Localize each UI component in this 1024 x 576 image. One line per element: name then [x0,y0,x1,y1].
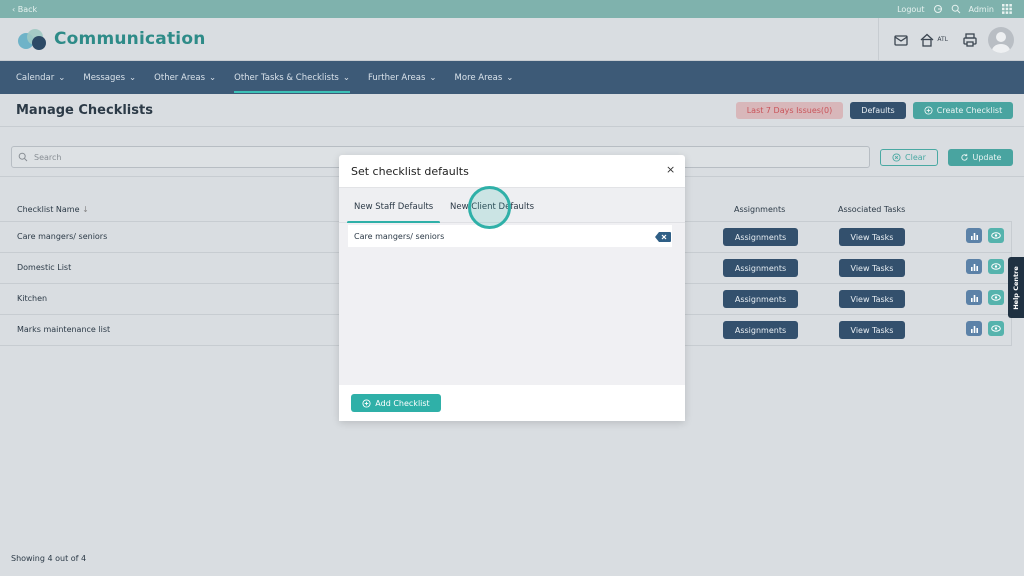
nav-label: Other Areas [154,72,205,83]
tab-new-staff-defaults[interactable]: New Staff Defaults [354,202,433,212]
home-icon[interactable] [919,32,935,48]
user-name[interactable]: Admin [969,5,995,14]
col-associated-tasks: Associated Tasks [838,205,906,214]
close-icon[interactable]: × [666,163,675,176]
nav-further-areas[interactable]: Further Areas ⌄ [368,61,437,94]
page-title-row: Manage Checklists Last 7 Days Issues(0) … [0,94,1024,127]
eye-icon[interactable] [988,259,1004,274]
nav-label: Calendar [16,72,55,83]
pagination-summary: Showing 4 out of 4 [11,554,87,563]
nav-calendar[interactable]: Calendar ⌄ [16,61,65,94]
logo-icon [18,29,46,50]
checklist-name: Marks maintenance list [17,325,111,334]
chevron-down-icon: ⌄ [129,72,137,83]
user-avatar-icon [992,31,1010,53]
chevron-down-icon: ⌄ [506,72,514,83]
nav-label: Further Areas [367,72,426,83]
main-nav: Calendar ⌄ Messages ⌄ Other Areas ⌄ Other T… [0,61,1024,94]
logout-link[interactable]: Logout [897,5,924,14]
app-header: Communication ATL [0,18,1024,61]
nav-other-tasks-checklists[interactable]: Other Tasks & Checklists ⌄ [234,61,350,94]
mail-icon[interactable] [893,32,909,48]
default-checklist-name: Care mangers/ seniors [354,231,445,241]
search-icon[interactable] [951,4,961,14]
sort-arrow-icon: ↓ [82,205,89,214]
clear-button[interactable]: Clear [880,149,938,166]
search-placeholder: Search [34,152,62,162]
page-title: Manage Checklists [16,103,153,118]
eye-icon[interactable] [988,228,1004,243]
view-tasks-button[interactable]: View Tasks [839,321,905,339]
list-item: Care mangers/ seniors [348,225,672,247]
add-checklist-button[interactable]: Add Checklist [351,394,441,412]
chart-icon[interactable] [966,290,982,305]
checklist-name: Domestic List [17,263,72,272]
app-title: Communication [54,29,206,49]
assignments-button[interactable]: Assignments [723,321,798,339]
assignments-button[interactable]: Assignments [723,228,798,246]
chart-icon[interactable] [966,259,982,274]
nav-other-areas[interactable]: Other Areas ⌄ [154,61,216,94]
update-label: Update [972,153,1002,162]
click-indicator [468,186,511,229]
print-icon[interactable] [962,32,978,48]
location-badge: ATL [937,36,948,43]
nav-more-areas[interactable]: More Areas ⌄ [455,61,514,94]
view-tasks-button[interactable]: View Tasks [839,228,905,246]
chevron-down-icon: ⌄ [429,72,437,83]
logout-icon[interactable] [933,4,943,14]
col-assignments: Assignments [734,205,786,214]
avatar[interactable] [988,26,1014,53]
help-centre-tab[interactable]: Help Centre [1008,257,1024,318]
clear-label: Clear [905,153,926,162]
app-logo[interactable]: Communication [16,28,206,50]
nav-label: Messages [83,72,126,83]
top-bar: ‹ Back Logout Admin [0,0,1024,18]
plus-circle-icon [924,106,933,115]
view-tasks-button[interactable]: View Tasks [839,259,905,277]
nav-label: Other Tasks & Checklists [234,72,339,83]
defaults-list: Care mangers/ seniors [339,223,685,385]
header-divider [878,18,880,61]
issues-button[interactable]: Last 7 Days Issues(0) [736,102,843,119]
back-link[interactable]: ‹ Back [12,5,37,14]
chart-icon[interactable] [966,321,982,336]
apps-grid-icon[interactable] [1002,4,1012,14]
add-checklist-label: Add Checklist [375,398,430,408]
nav-label: More Areas [454,72,503,83]
chevron-down-icon: ⌄ [342,72,350,83]
plus-circle-icon [362,398,371,408]
col-checklist-name[interactable]: Checklist Name ↓ [17,205,89,214]
assignments-button[interactable]: Assignments [723,290,798,308]
eye-icon[interactable] [988,321,1004,336]
view-tasks-button[interactable]: View Tasks [839,290,905,308]
create-checklist-button[interactable]: Create Checklist [913,102,1013,119]
checklist-defaults-modal: Set checklist defaults × New Staff Defau… [339,155,685,421]
checklist-name: Kitchen [17,294,48,303]
eye-icon[interactable] [988,290,1004,305]
help-centre-label: Help Centre [1012,265,1020,310]
modal-footer: Add Checklist [339,385,685,421]
checklist-name: Care mangers/ seniors [17,232,108,241]
search-icon [18,152,28,162]
modal-title: Set checklist defaults [351,165,469,178]
close-circle-icon [892,153,901,162]
refresh-icon [960,153,968,161]
modal-tabs: New Staff Defaults New Client Defaults [339,187,685,224]
delete-icon[interactable] [655,232,671,242]
nav-messages[interactable]: Messages ⌄ [83,61,136,94]
chevron-down-icon: ⌄ [209,72,217,83]
col-label: Checklist Name [17,205,80,214]
chart-icon[interactable] [966,228,982,243]
create-checklist-label: Create Checklist [936,106,1003,115]
chevron-down-icon: ⌄ [58,72,66,83]
update-button[interactable]: Update [948,149,1013,166]
assignments-button[interactable]: Assignments [723,259,798,277]
defaults-button[interactable]: Defaults [850,102,906,119]
